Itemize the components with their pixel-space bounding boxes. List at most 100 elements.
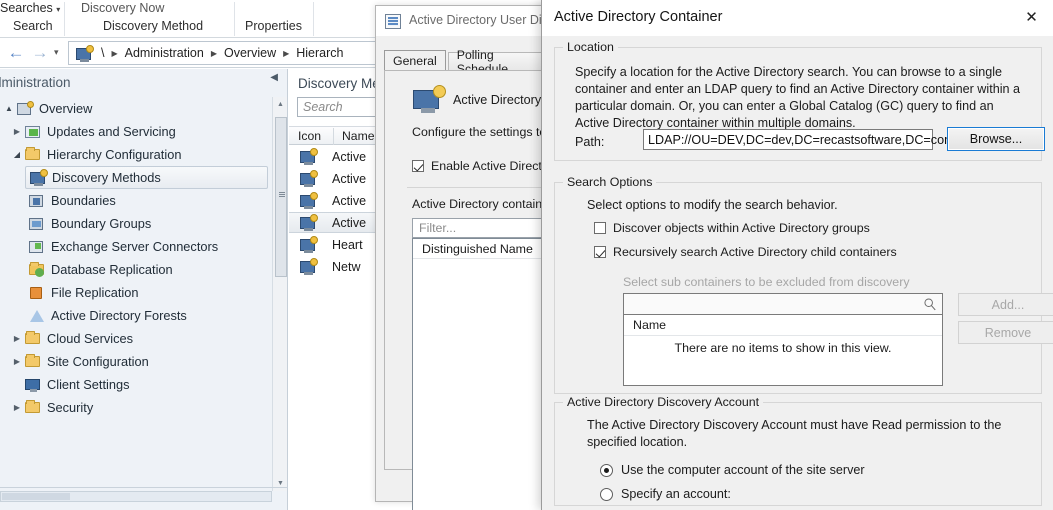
radio-label: Use the computer account of the site ser… (621, 463, 865, 477)
discover-objects-in-groups-checkbox[interactable]: Discover objects within Active Directory… (594, 221, 870, 235)
subcontainer-search-input[interactable] (623, 293, 943, 315)
remove-button[interactable]: Remove (958, 321, 1053, 344)
dialog-title-bar[interactable]: Active Directory Container ✕ (542, 0, 1053, 36)
tab-polling-schedule[interactable]: Polling Schedule (448, 52, 548, 71)
discovery-method-icon (299, 214, 318, 231)
radio-use-computer-account[interactable]: Use the computer account of the site ser… (600, 463, 865, 477)
row-name: Active (332, 150, 366, 164)
chevron-down-icon[interactable]: ▾ (56, 5, 60, 14)
exclude-subcontainers-label: Select sub containers to be excluded fro… (623, 275, 910, 289)
discovery-now-button[interactable]: Discovery Now (81, 1, 164, 15)
breadcrumb-hierarchy[interactable]: Hierarch (296, 46, 343, 60)
workspace-assets-and-compliance[interactable]: Assets and Compliance (0, 506, 288, 510)
radio-icon[interactable] (600, 488, 613, 501)
boundaries-icon (28, 192, 47, 209)
expander-open-icon[interactable]: ◢ (10, 150, 24, 159)
sidebar-item-boundaries[interactable]: Boundaries (28, 189, 116, 212)
sidebar-item-cloud-services[interactable]: ▶ Cloud Services (10, 327, 133, 350)
search-magnifier-icon[interactable] (923, 297, 937, 312)
sidebar-item-security[interactable]: ▶ Security (10, 396, 93, 419)
checkbox-label: Recursively search Active Directory chil… (613, 245, 897, 259)
enable-ad-discovery-checkbox[interactable]: Enable Active Directory (412, 159, 559, 173)
scrollbar-thumb[interactable] (275, 117, 287, 277)
breadcrumb-administration[interactable]: Administration (125, 46, 204, 60)
chevron-right-icon: ▶ (111, 49, 117, 58)
expander-closed-icon[interactable]: ▶ (10, 127, 24, 136)
excluded-containers-list[interactable]: Name There are no items to show in this … (623, 314, 943, 386)
sidebar-item-hierarchy-configuration[interactable]: ◢ Hierarchy Configuration (10, 143, 181, 166)
ribbon-searches-label[interactable]: Searches (0, 1, 53, 15)
dialog-title: Active Directory User Disc (409, 13, 554, 27)
discovery-account-description: The Active Directory Discovery Account m… (587, 417, 1041, 451)
sidebar-item-boundary-groups[interactable]: Boundary Groups (28, 212, 151, 235)
location-legend: Location (563, 40, 618, 54)
radio-specify-account[interactable]: Specify an account: (600, 487, 731, 501)
sidebar-item-file-replication[interactable]: File Replication (28, 281, 139, 304)
expander-open-icon[interactable]: ▲ (2, 104, 16, 113)
chevron-right-icon: ▶ (211, 49, 217, 58)
console-icon (75, 45, 94, 61)
ribbon-group-discovery-method: Discovery Now Discovery Method (65, 0, 233, 38)
ribbon-separator (313, 2, 314, 36)
tab-general[interactable]: General (384, 50, 446, 71)
sidebar-item-label: Cloud Services (47, 331, 133, 346)
sidebar-item-exchange-server-connectors[interactable]: Exchange Server Connectors (28, 235, 218, 258)
sidebar-item-client-settings[interactable]: Client Settings (10, 373, 130, 396)
sidebar-item-label: Boundary Groups (51, 216, 151, 231)
checkbox-icon[interactable] (412, 160, 424, 172)
sidebar-item-database-replication[interactable]: Database Replication (28, 258, 173, 281)
checkbox-icon[interactable] (594, 246, 606, 258)
list-column-header[interactable]: Name (624, 315, 942, 336)
sidebar-item-label: Hierarchy Configuration (47, 147, 181, 162)
back-arrow-icon[interactable]: ← (4, 42, 28, 64)
navigation-tree: ▲ Overview ▶ Updates and Servicing ◢ Hie… (0, 97, 270, 417)
expander-closed-icon[interactable]: ▶ (10, 334, 24, 343)
scrollbar-thumb[interactable] (2, 493, 70, 500)
scroll-down-icon[interactable]: ▼ (273, 476, 288, 491)
discovery-icon (29, 169, 48, 186)
sidebar-item-overview[interactable]: ▲ Overview (2, 97, 92, 120)
column-divider[interactable] (333, 128, 334, 145)
discovery-method-icon (299, 258, 318, 275)
path-input[interactable]: LDAP://OU=DEV,DC=dev,DC=recastsoftware,D… (643, 129, 933, 150)
sidebar-item-label: Exchange Server Connectors (51, 239, 218, 254)
close-icon[interactable]: ✕ (1009, 0, 1053, 34)
navigation-hscrollbar[interactable] (0, 491, 272, 502)
recursive-search-checkbox[interactable]: Recursively search Active Directory chil… (594, 245, 897, 259)
sidebar-item-updates-and-servicing[interactable]: ▶ Updates and Servicing (10, 120, 176, 143)
breadcrumb-root[interactable]: \ (101, 46, 104, 60)
sidebar-item-label: Boundaries (51, 193, 116, 208)
sidebar-item-label: Overview (39, 101, 92, 116)
search-options-group: Search Options Select options to modify … (554, 182, 1042, 394)
sidebar-item-label: Security (47, 400, 93, 415)
forward-arrow-icon[interactable]: → (28, 42, 52, 64)
browse-button[interactable]: Browse... (947, 127, 1045, 151)
dialog-title-bar[interactable]: Active Directory User Disc (376, 6, 551, 36)
collapse-left-icon[interactable]: ◀ (270, 72, 278, 83)
column-header-icon[interactable]: Icon (298, 129, 321, 143)
row-name: Active (332, 172, 366, 186)
add-button[interactable]: Add... (958, 293, 1053, 316)
sidebar-item-discovery-methods[interactable]: Discovery Methods (25, 166, 268, 189)
ribbon-group-properties: Properties (235, 0, 313, 38)
search-options-description: Select options to modify the search beha… (587, 197, 838, 214)
row-name: Netw (332, 260, 360, 274)
radio-icon[interactable] (600, 464, 613, 477)
properties-window-icon (385, 14, 401, 29)
scrollbar-grip-icon (279, 192, 285, 198)
checkbox-icon[interactable] (594, 222, 606, 234)
scroll-up-icon[interactable]: ▲ (273, 97, 288, 112)
sidebar-item-site-configuration[interactable]: ▶ Site Configuration (10, 350, 149, 373)
discovery-account-legend: Active Directory Discovery Account (563, 395, 763, 409)
chevron-down-icon[interactable]: ▾ (54, 47, 59, 58)
path-value: LDAP://OU=DEV,DC=dev,DC=recastsoftware,D… (648, 133, 955, 147)
breadcrumb-overview[interactable]: Overview (224, 46, 276, 60)
sidebar-item-label: Active Directory Forests (51, 308, 187, 323)
ribbon-search-group-label: Search (13, 19, 53, 33)
location-description: Specify a location for the Active Direct… (575, 64, 1027, 132)
expander-closed-icon[interactable]: ▶ (10, 357, 24, 366)
column-header-name[interactable]: Name (342, 129, 375, 143)
navigation-tree-scrollbar[interactable]: ▲ ▼ (272, 97, 287, 491)
expander-closed-icon[interactable]: ▶ (10, 403, 24, 412)
sidebar-item-active-directory-forests[interactable]: Active Directory Forests (28, 304, 187, 327)
